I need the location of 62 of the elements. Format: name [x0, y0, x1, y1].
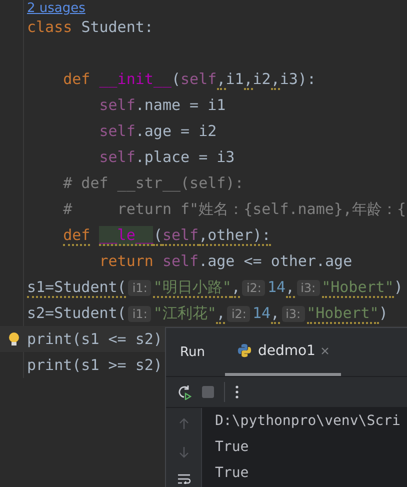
number-literal: 14 [267, 278, 286, 296]
code-text: .place = i3 [135, 148, 235, 166]
method-name: __init__ [99, 70, 172, 88]
lightbulb-icon[interactable] [8, 332, 20, 346]
parameter-hint: i3: [282, 306, 305, 322]
code-text: i3): [280, 70, 316, 88]
soft-wrap-icon[interactable] [176, 474, 190, 484]
python-icon [236, 343, 252, 358]
code-text: ( [153, 226, 162, 246]
code-text: print(s1 >= s2) [27, 356, 162, 374]
string-literal: "江利花" [153, 304, 216, 322]
code-text: .name = i1 [135, 96, 226, 114]
string-literal: "明日小路" [153, 278, 232, 298]
code-text: , [270, 304, 280, 324]
panel-title: Run [180, 344, 205, 360]
code-text: ( [172, 70, 181, 88]
parameter-hint: i3: [296, 280, 320, 296]
keyword: return [99, 252, 154, 270]
code-text: , [286, 278, 295, 298]
console-output: True [215, 464, 250, 483]
string-literal: "Hobert" [322, 278, 394, 298]
self-keyword: self [162, 252, 199, 270]
code-text: , [216, 70, 226, 90]
method-name: __le__ [99, 226, 154, 246]
code-text: print(s1 <= s2) [27, 330, 162, 348]
code-text: s2=Student( [27, 304, 126, 322]
self-keyword: self [180, 70, 217, 88]
rerun-icon[interactable] [176, 384, 192, 400]
keyword: def [63, 226, 90, 246]
code-text: Student: [81, 18, 154, 36]
parameter-hint: i1: [128, 306, 152, 322]
code-comment: # def __str__(self): [63, 174, 244, 192]
code-text: ,other): [198, 226, 271, 246]
run-tab[interactable]: dedmo1 [224, 328, 342, 376]
console-output: True [215, 438, 250, 457]
code-text: ) [394, 278, 403, 296]
parameter-hint: i2: [242, 280, 266, 296]
self-keyword: self [99, 96, 136, 114]
code-text: .age <= other.age [198, 252, 352, 270]
code-text: .age = i2 [135, 122, 217, 140]
parameter-hint: i2: [227, 306, 250, 322]
code-text: , [270, 70, 280, 90]
self-keyword: self [99, 122, 136, 140]
code-comment: # return f"姓名：{self.name},年龄：{ [63, 200, 406, 218]
code-text: i1 [226, 70, 244, 88]
code-text: i2 [252, 70, 271, 88]
keyword: def [63, 70, 90, 88]
string-literal: "Hobert" [306, 304, 379, 324]
code-text: , [231, 278, 240, 298]
usages-link[interactable]: 2 usages [27, 1, 86, 16]
code-text: ) [378, 304, 388, 322]
self-keyword: self [99, 148, 136, 166]
code-text: , [244, 70, 253, 90]
console-output: D:\pythonpro\venv\Scri [215, 412, 402, 431]
more-options-icon[interactable] [235, 385, 239, 399]
code-text: s1=Student( [27, 278, 126, 298]
parameter-hint: i1: [128, 280, 152, 296]
keyword: class [27, 18, 72, 36]
close-icon[interactable] [321, 346, 330, 354]
self-keyword: self [162, 226, 199, 246]
number-literal: 14 [252, 304, 271, 322]
code-text: , [216, 304, 226, 324]
